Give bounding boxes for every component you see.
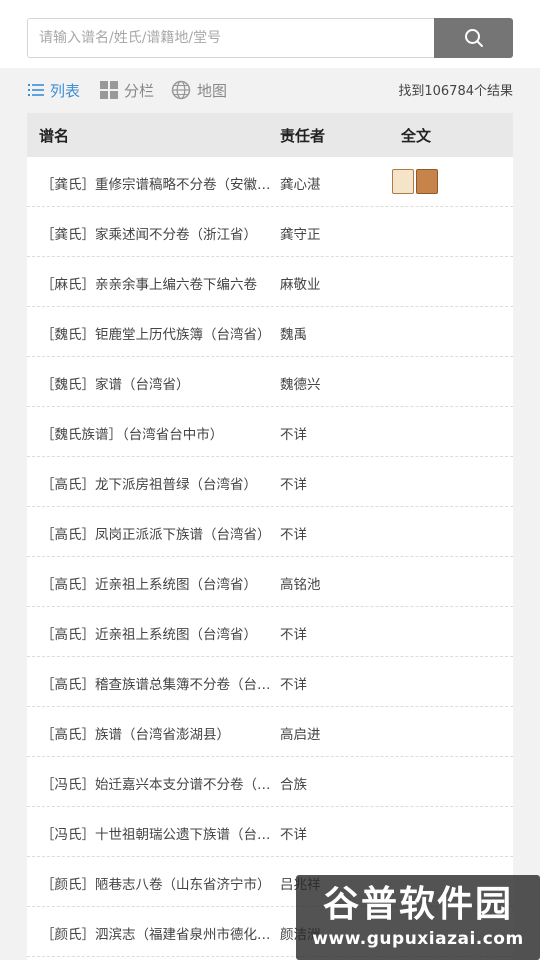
tab-list-view[interactable]: 列表 xyxy=(28,78,80,102)
grid-icon xyxy=(100,81,124,99)
search-bar xyxy=(0,0,540,68)
table-row[interactable]: ［高氏］龙下派房祖普绿（台湾省） 不详 xyxy=(27,457,513,507)
search-input[interactable] xyxy=(27,18,435,58)
genealogy-title: ［魏氏族谱］（台湾省台中市） xyxy=(41,427,224,443)
genealogy-title: ［颜氏］泗滨志（福建省泉州市德化县） xyxy=(41,927,273,943)
globe-icon xyxy=(171,80,197,100)
table-row[interactable]: ［魏氏］家谱（台湾省） 魏德兴 xyxy=(27,357,513,407)
search-icon xyxy=(464,28,484,48)
header-name: 谱名 xyxy=(39,127,70,145)
responsible-person: 魏德兴 xyxy=(280,377,321,393)
responsible-person: 魏禹 xyxy=(280,327,307,343)
responsible-person: 不详 xyxy=(280,427,307,443)
table-header: 谱名 责任者 全文 xyxy=(27,113,513,157)
table-row[interactable]: ［高氏］凤岗正派派下族谱（台湾省） 不详 xyxy=(27,507,513,557)
tab-column-view[interactable]: 分栏 xyxy=(100,78,154,102)
genealogy-title: ［龚氏］家乘述闻不分卷（浙江省） xyxy=(41,227,257,243)
responsible-person: 不详 xyxy=(280,477,307,493)
table-row[interactable]: ［高氏］稽查族谱总集簿不分卷（台湾省） 不详 xyxy=(27,657,513,707)
responsible-person: 龚心湛 xyxy=(280,177,321,193)
tab-list-label: 列表 xyxy=(50,81,81,100)
genealogy-title: ［高氏］族谱（台湾省澎湖县） xyxy=(41,727,230,743)
book-icon[interactable] xyxy=(416,169,438,194)
pdf-icon[interactable] xyxy=(392,169,414,194)
result-count: 找到106784个结果 xyxy=(398,84,513,99)
fulltext-links xyxy=(392,169,438,194)
table-row[interactable]: ［龚氏］家乘述闻不分卷（浙江省） 龚守正 xyxy=(27,207,513,257)
responsible-person: 不详 xyxy=(280,827,307,843)
genealogy-title: ［高氏］稽查族谱总集簿不分卷（台湾省） xyxy=(41,677,273,693)
genealogy-title: ［高氏］龙下派房祖普绿（台湾省） xyxy=(41,477,257,493)
table-row[interactable]: ［冯氏］十世祖朝瑞公遗下族谱（台湾省） 不详 xyxy=(27,807,513,857)
genealogy-title: ［高氏］近亲祖上系统图（台湾省） xyxy=(41,627,257,643)
view-toolbar: 列表 分栏 地图 找到106784个结果 xyxy=(0,68,540,112)
responsible-person: 不详 xyxy=(280,527,307,543)
genealogy-title: ［高氏］近亲祖上系统图（台湾省） xyxy=(41,577,257,593)
genealogy-title: ［魏氏］钜鹿堂上历代族簿（台湾省） xyxy=(41,327,271,343)
header-fulltext: 全文 xyxy=(401,127,432,145)
tab-map-view[interactable]: 地图 xyxy=(171,78,227,102)
genealogy-title: ［麻氏］亲亲余事上编六卷下编六卷 xyxy=(41,277,257,293)
table-body: ［龚氏］重修宗谱稿略不分卷（安徽省） 龚心湛 ［龚氏］家乘述闻不分卷（浙江省） 龚守正… xyxy=(27,157,513,957)
table-row[interactable]: ［高氏］族谱（台湾省澎湖县） 高启进 xyxy=(27,707,513,757)
tab-column-label: 分栏 xyxy=(124,81,155,100)
responsible-person: 龚守正 xyxy=(280,227,321,243)
responsible-person: 合族 xyxy=(280,777,307,793)
tab-map-label: 地图 xyxy=(197,81,228,100)
genealogy-title: ［颜氏］陋巷志八卷（山东省济宁市） xyxy=(41,877,271,893)
search-button[interactable] xyxy=(434,18,513,58)
genealogy-title: ［魏氏］家谱（台湾省） xyxy=(41,377,190,393)
table-row[interactable]: ［魏氏］钜鹿堂上历代族簿（台湾省） 魏禹 xyxy=(27,307,513,357)
header-responsible: 责任者 xyxy=(280,127,326,145)
responsible-person: 高铭池 xyxy=(280,577,321,593)
responsible-person: 不详 xyxy=(280,677,307,693)
watermark-title: 谷普软件园 xyxy=(322,883,513,925)
table-row[interactable]: ［高氏］近亲祖上系统图（台湾省） 高铭池 xyxy=(27,557,513,607)
watermark-logo: 谷普软件园 www.gupuxiazai.com xyxy=(296,875,540,960)
responsible-person: 高启进 xyxy=(280,727,321,743)
table-row[interactable]: ［魏氏族谱］（台湾省台中市） 不详 xyxy=(27,407,513,457)
responsible-person: 麻敬业 xyxy=(280,277,321,293)
genealogy-title: ［冯氏］十世祖朝瑞公遗下族谱（台湾省） xyxy=(41,827,273,843)
genealogy-table: 谱名 责任者 全文 ［龚氏］重修宗谱稿略不分卷（安徽省） 龚心湛 ［龚氏］家乘述闻不… xyxy=(27,113,513,960)
table-row[interactable]: ［冯氏］始迁嘉兴本支分谱不分卷（浙江省） 合族 xyxy=(27,757,513,807)
list-icon xyxy=(28,83,50,97)
table-row[interactable]: ［龚氏］重修宗谱稿略不分卷（安徽省） 龚心湛 xyxy=(27,157,513,207)
table-row[interactable]: ［麻氏］亲亲余事上编六卷下编六卷 麻敬业 xyxy=(27,257,513,307)
genealogy-title: ［冯氏］始迁嘉兴本支分谱不分卷（浙江省） xyxy=(41,777,273,793)
genealogy-title: ［高氏］凤岗正派派下族谱（台湾省） xyxy=(41,527,271,543)
genealogy-title: ［龚氏］重修宗谱稿略不分卷（安徽省） xyxy=(41,177,273,193)
watermark-url: www.gupuxiazai.com xyxy=(312,928,524,949)
responsible-person: 不详 xyxy=(280,627,307,643)
table-row[interactable]: ［高氏］近亲祖上系统图（台湾省） 不详 xyxy=(27,607,513,657)
